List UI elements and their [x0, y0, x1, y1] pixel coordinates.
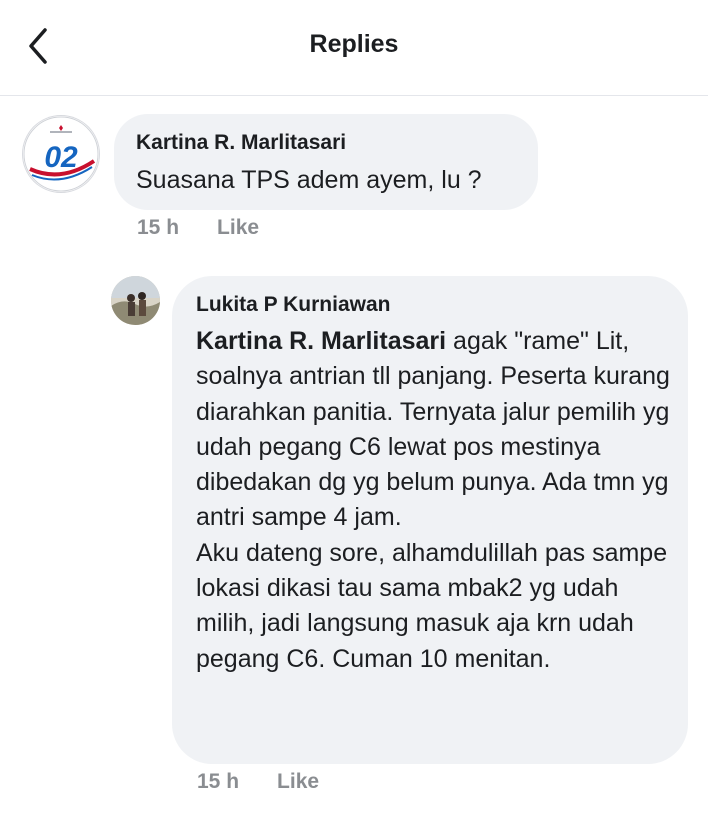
comment-meta: 15 h Like: [137, 216, 259, 240]
reply-text-part2: Aku dateng sore, alhamdulillah pas sampe…: [196, 538, 668, 673]
like-button[interactable]: Like: [217, 216, 259, 239]
reply-meta: 15 h Like: [197, 770, 319, 794]
page-title: Replies: [309, 30, 399, 58]
comment-author[interactable]: Kartina R. Marlitasari: [136, 131, 346, 155]
profile-photo-icon: [111, 276, 160, 325]
reply-bubble[interactable]: Lukita P Kurniawan Kartina R. Marlitasar…: [172, 276, 688, 764]
like-button[interactable]: Like: [277, 770, 319, 793]
avatar-lukita[interactable]: [111, 276, 160, 325]
comment-text: Suasana TPS adem ayem, lu ?: [136, 166, 482, 194]
mention-link[interactable]: Kartina R. Marlitasari: [196, 327, 446, 355]
reply-time[interactable]: 15 h: [197, 770, 239, 793]
avatar-kartina[interactable]: 02: [22, 115, 100, 193]
reply-text: Kartina R. Marlitasari agak "rame" Lit, …: [196, 324, 676, 677]
reply-author[interactable]: Lukita P Kurniawan: [196, 293, 391, 317]
comment-bubble[interactable]: Kartina R. Marlitasari Suasana TPS adem …: [114, 114, 538, 210]
avatar-logo-text: 02: [44, 141, 78, 174]
logo-02-icon: 02: [23, 116, 99, 192]
reply-text-part1: agak "rame" Lit, soalnya antrian tll pan…: [196, 327, 670, 532]
comment-time[interactable]: 15 h: [137, 216, 179, 239]
header-bar: Replies: [0, 0, 708, 96]
